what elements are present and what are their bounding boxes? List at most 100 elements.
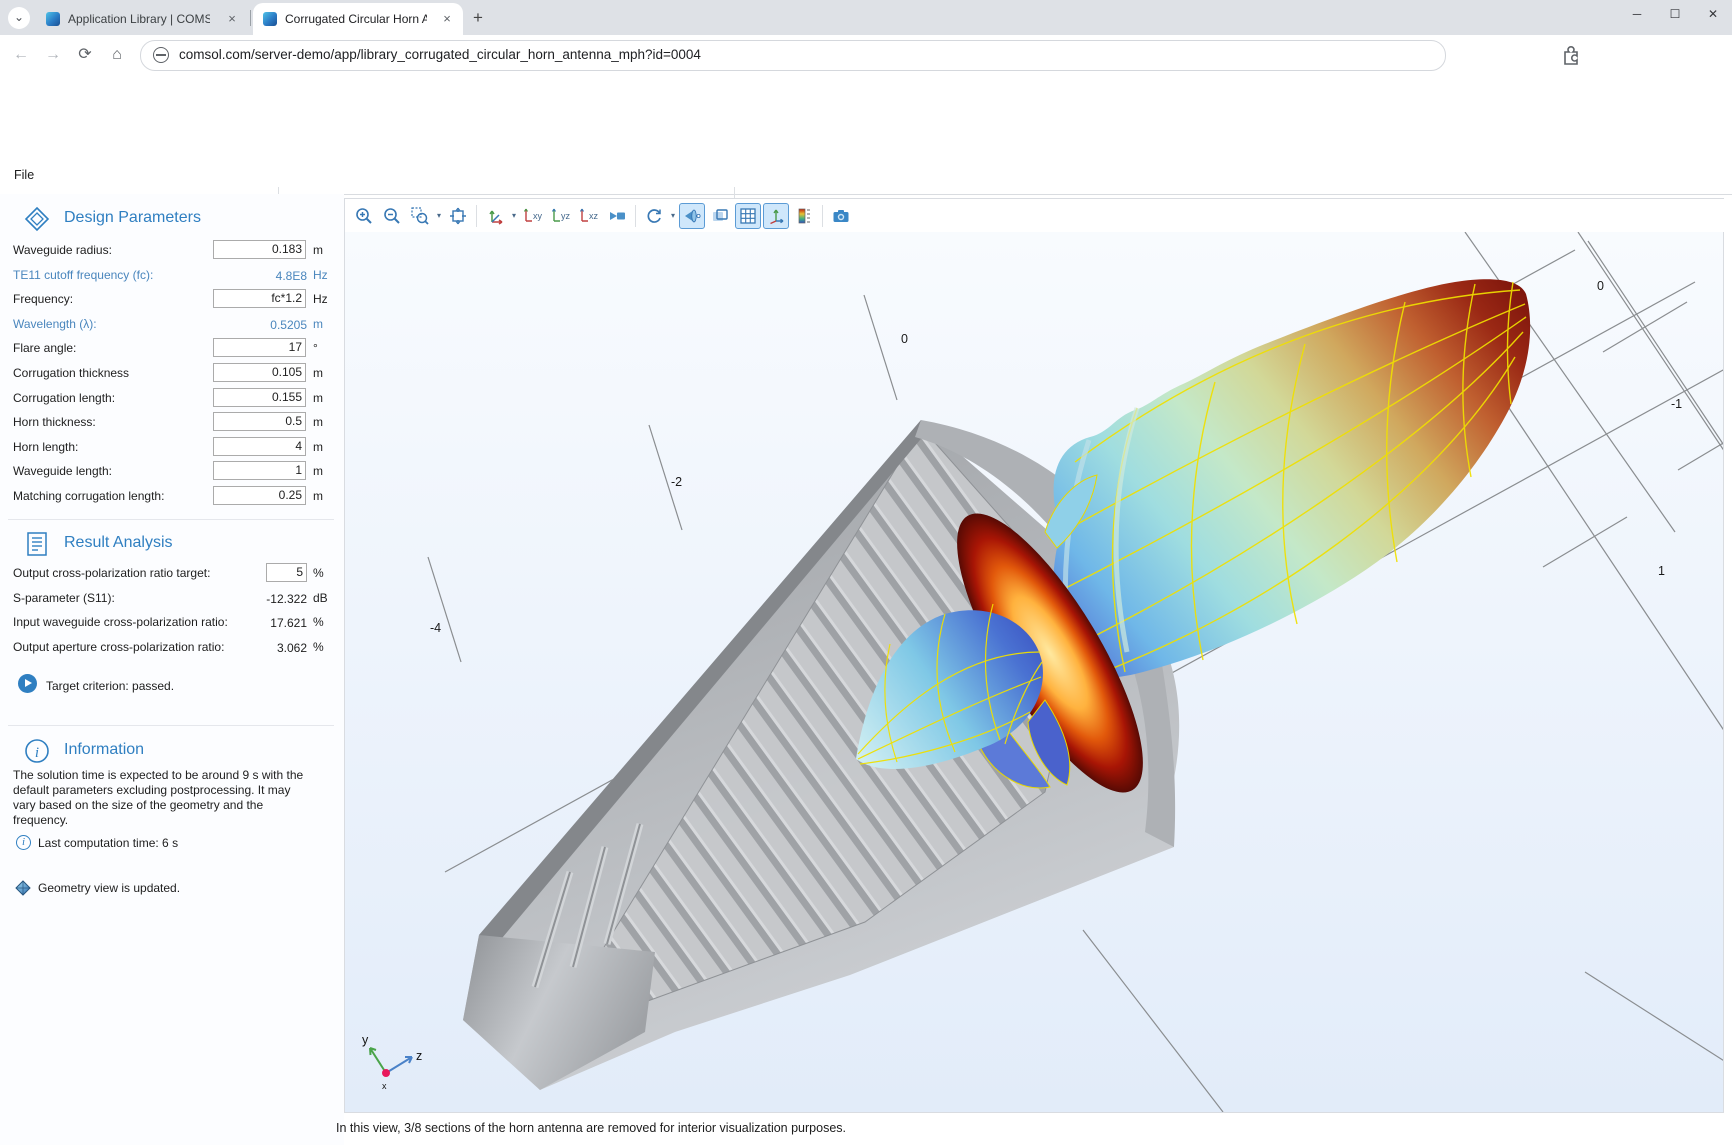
parameter-row: Horn thickness: 0.5 m [0, 410, 344, 435]
parameter-unit: m [313, 391, 323, 405]
parameter-value-field[interactable]: 0.105 [213, 363, 306, 382]
triad-z-label: z [416, 1049, 422, 1063]
tab-title: Corrugated Circular Horn Anten [285, 12, 427, 26]
information-icon: i [24, 738, 50, 764]
information-body: The solution time is expected to be arou… [13, 768, 313, 828]
maximize-button[interactable]: ☐ [1656, 0, 1694, 30]
new-tab-button[interactable]: + [468, 8, 488, 28]
view-caption: In this view, 3/8 sections of the horn a… [336, 1121, 846, 1135]
parameter-label: Corrugation thickness [13, 366, 129, 380]
info-circle-icon: i [16, 835, 31, 850]
view-yz-button[interactable]: yz [548, 203, 574, 229]
parameter-unit: ° [313, 341, 318, 355]
toolbar-separator [476, 205, 477, 227]
tab-search-icon[interactable]: ⌄ [8, 7, 30, 29]
information-header: i Information [0, 736, 344, 766]
parameter-row: Frequency: fc*1.2 Hz [0, 287, 344, 312]
result-label: S-parameter (S11): [13, 591, 115, 605]
design-parameters-icon [24, 206, 50, 232]
browser-tab-application-library[interactable]: Application Library | COMSOL S × [36, 3, 248, 35]
parameter-row: TE11 cutoff frequency (fc): 4.8E8 Hz [0, 263, 344, 288]
parameter-row: Waveguide length: 1 m [0, 459, 344, 484]
parameter-value-field[interactable]: 0.183 [213, 240, 306, 259]
parameter-label: Frequency: [13, 292, 73, 306]
browser-tab-horn-antenna[interactable]: Corrugated Circular Horn Anten × [253, 3, 463, 35]
forward-icon[interactable]: → [40, 42, 66, 68]
axis-tick-label: 0 [1597, 279, 1604, 293]
parameter-value-field[interactable]: 4 [213, 437, 306, 456]
file-menu[interactable]: File [14, 168, 34, 182]
zoom-out-icon[interactable] [379, 203, 405, 229]
tab-close-icon[interactable]: × [439, 11, 455, 27]
design-parameters-header: Design Parameters [0, 204, 344, 234]
toolbar-separator [822, 205, 823, 227]
close-button[interactable]: ✕ [1694, 0, 1732, 30]
transparency-toggle[interactable] [707, 203, 733, 229]
result-row: S-parameter (S11): -12.322 dB [0, 586, 344, 611]
parameter-unit: Hz [313, 292, 328, 306]
extensions-puzzle-icon[interactable] [1560, 43, 1582, 65]
target-criterion-status: Target criterion: passed. [0, 676, 344, 696]
result-unit: % [313, 566, 324, 580]
zoom-extents-icon[interactable] [445, 203, 471, 229]
axis-tick-label: 0 [901, 332, 908, 346]
parameter-value-field[interactable]: 0.5205 [213, 317, 307, 332]
triad-y-label: y [362, 1033, 369, 1047]
triad-x-label: x [382, 1081, 387, 1091]
color-legend-toggle[interactable] [791, 203, 817, 229]
tab-divider [250, 10, 251, 26]
parameter-value-field[interactable]: 4.8E8 [213, 268, 307, 283]
default-view-dropdown-icon[interactable]: ▾ [509, 204, 519, 228]
screenshot-camera-icon[interactable] [828, 203, 854, 229]
home-icon[interactable]: ⌂ [104, 42, 130, 68]
zoom-box-dropdown-icon[interactable]: ▾ [434, 204, 444, 228]
parameter-value-field[interactable]: 0.25 [213, 486, 306, 505]
result-value[interactable]: -12.322 [213, 591, 307, 606]
section-title: Information [64, 741, 144, 759]
axis-orientation-toggle[interactable] [763, 203, 789, 229]
result-row: Input waveguide cross-polarization ratio… [0, 610, 344, 635]
axis-tick-label: -2 [671, 475, 682, 489]
section-divider [8, 725, 334, 726]
projection-camera-icon[interactable] [604, 203, 630, 229]
result-value[interactable]: 3.062 [213, 640, 307, 655]
parameter-label: Flare angle: [13, 341, 76, 355]
zoom-box-icon[interactable] [407, 203, 433, 229]
parameter-value-field[interactable]: 0.5 [213, 412, 306, 431]
default-view-icon[interactable] [482, 203, 508, 229]
view-xy-button[interactable]: xy [520, 203, 546, 229]
result-label: Output aperture cross-polarization ratio… [13, 640, 224, 654]
parameter-unit: Hz [313, 268, 328, 282]
parameter-value-field[interactable]: fc*1.2 [213, 289, 306, 308]
reload-icon[interactable]: ⟳ [72, 42, 98, 68]
parameter-value-field[interactable]: 17 [213, 338, 306, 357]
url-text[interactable]: comsol.com/server-demo/app/library_corru… [179, 47, 701, 62]
view-xz-button[interactable]: xz [576, 203, 602, 229]
result-analysis-header: Result Analysis [0, 529, 344, 559]
parameter-row: Waveguide radius: 0.183 m [0, 238, 344, 263]
parameter-value-field[interactable]: 0.155 [213, 388, 306, 407]
result-value[interactable]: 5 [266, 563, 307, 582]
back-icon[interactable]: ← [8, 42, 34, 68]
minimize-button[interactable]: ─ [1618, 0, 1656, 30]
rotate-dropdown-icon[interactable]: ▾ [668, 204, 678, 228]
graphics-toolbar: ▾ ▾ xy yz xz [345, 199, 1728, 232]
play-icon[interactable] [18, 674, 37, 693]
zoom-in-icon[interactable] [351, 203, 377, 229]
parameter-label: Wavelength (λ): [13, 317, 97, 331]
application-window: { "browser": { "tab_search_icon": "⌄", "… [0, 0, 1732, 1145]
geometry-updated-status: Geometry view is updated. [0, 880, 344, 900]
tab-close-icon[interactable]: × [224, 11, 240, 27]
3d-scene-viewport[interactable]: 0 -2 -4 0 -1 1 [345, 232, 1723, 1112]
parameter-value-field[interactable]: 1 [213, 461, 306, 480]
address-bar[interactable]: comsol.com/server-demo/app/library_corru… [140, 40, 1446, 71]
site-info-icon[interactable] [153, 47, 169, 63]
parameter-label: Corrugation length: [13, 391, 115, 405]
graphics-panel: ▾ ▾ xy yz xz [344, 198, 1724, 1113]
result-value[interactable]: 17.621 [213, 615, 307, 630]
parameter-unit: m [313, 464, 323, 478]
grid-toggle[interactable] [735, 203, 761, 229]
scene-light-toggle[interactable] [679, 203, 705, 229]
rotate-view-icon[interactable] [641, 203, 667, 229]
parameter-unit: m [313, 415, 323, 429]
